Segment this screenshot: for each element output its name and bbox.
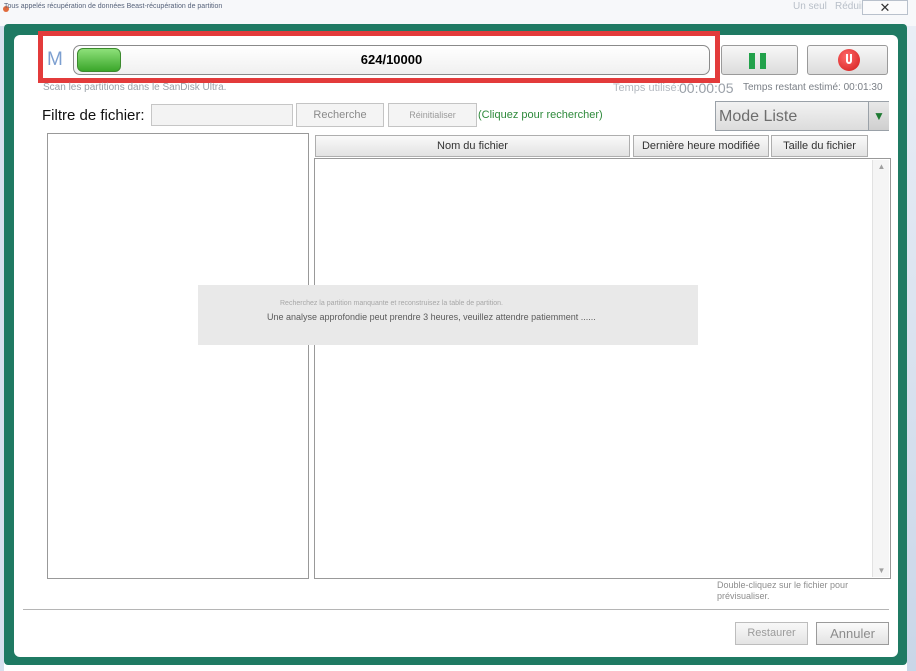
filter-label: Filtre de fichier: [42,107,145,124]
desktop-background-right [907,26,916,671]
window-title: Tous appelés récupération de données Bea… [4,3,223,10]
search-hint: (Cliquez pour rechercher) [478,109,603,121]
column-header-modified[interactable]: Dernière heure modifiée [633,135,769,157]
view-mode-select[interactable]: Mode Liste ▼ [715,101,889,131]
stop-icon [838,49,860,71]
stop-button[interactable] [807,45,888,75]
scroll-down-icon[interactable]: ▼ [873,566,890,575]
time-used-label: Temps utilisé: [613,82,680,94]
cancel-button[interactable]: Annuler [816,622,889,645]
highlight-box [38,31,720,83]
footer-divider [23,609,889,610]
overlay-message-title: Recherchez la partition manquante et rec… [280,300,503,307]
chevron-down-icon[interactable]: ▼ [868,102,889,130]
view-mode-value: Mode Liste [719,108,798,125]
scan-message-overlay: Recherchez la partition manquante et rec… [198,285,698,345]
time-remaining: Temps restant estimé: 00:01:30 [743,82,883,93]
partition-tree[interactable] [47,133,309,579]
file-list[interactable] [314,158,891,579]
vertical-scrollbar[interactable]: ▲ ▼ [872,160,889,577]
search-button[interactable]: Recherche [296,103,384,127]
window-button-single[interactable]: Un seul [793,1,827,12]
column-header-size[interactable]: Taille du fichier [771,135,868,157]
column-header-name[interactable]: Nom du fichier [315,135,630,157]
scroll-up-icon[interactable]: ▲ [873,162,890,171]
preview-hint: Double-cliquez sur le fichier pour prévi… [717,580,849,601]
close-icon[interactable]: ✕ [862,0,908,15]
overlay-message-body: Une analyse approfondie peut prendre 3 h… [267,312,596,322]
scan-status: Scan les partitions dans le SanDisk Ultr… [43,82,227,93]
reset-button[interactable]: Réinitialiser [388,103,477,127]
pause-button[interactable] [721,45,798,75]
filter-input[interactable] [151,104,293,126]
window-titlebar: Tous appelés récupération de données Bea… [0,0,916,26]
time-used-value: 00:00:05 [679,80,734,96]
restore-button[interactable]: Restaurer [735,622,808,645]
